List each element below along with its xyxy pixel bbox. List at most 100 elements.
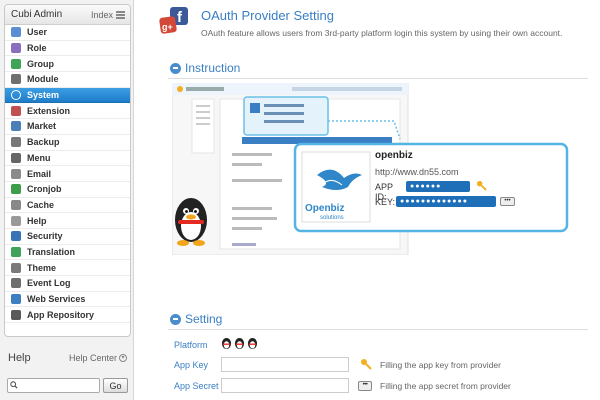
oauth-provider-icon: f g+ (159, 7, 188, 34)
sidebar-item-group[interactable]: Group (5, 56, 130, 73)
sidebar-item-app-repository[interactable]: App Repository (5, 307, 130, 324)
search-icon (10, 381, 18, 389)
sidebar-item-security[interactable]: Security (5, 229, 130, 245)
sidebar-item-label: Group (27, 58, 54, 69)
admin-panel: Cubi Admin Index User Role Group Module Syst… (4, 4, 131, 337)
theme-icon (11, 262, 21, 273)
setting-section-header[interactable]: Setting (170, 312, 222, 326)
key-field: ●●●●●●●●●●●●● (396, 196, 496, 207)
platform-options (221, 337, 258, 350)
sidebar-item-label: Email (27, 168, 52, 179)
sidebar-item-label: User (27, 27, 48, 38)
sidebar-item-email[interactable]: Email (5, 166, 130, 182)
sidebar-item-label: Market (27, 121, 57, 132)
collapse-icon[interactable] (170, 62, 181, 74)
go-button[interactable]: Go (103, 378, 128, 393)
market-icon (11, 121, 21, 132)
app-repository-icon (11, 309, 21, 320)
help-icon (11, 215, 21, 226)
key-icon (361, 359, 372, 370)
collapse-icon[interactable] (170, 313, 181, 325)
svg-text:g+: g+ (162, 22, 173, 32)
help-title: Help (8, 352, 31, 364)
cronjob-icon (11, 184, 21, 195)
section-divider (168, 78, 588, 79)
card-url: http://www.dn55.com (375, 167, 459, 177)
app-secret-input[interactable] (221, 378, 349, 393)
key-icon (476, 180, 487, 191)
openbiz-logo-sub: solutions (320, 215, 344, 221)
sidebar-item-role[interactable]: Role (5, 41, 130, 57)
card-name: openbiz (375, 150, 413, 161)
app-secret-hint: Filling the app secret from provider (380, 381, 511, 391)
sidebar-item-menu[interactable]: Menu (5, 151, 130, 167)
app-secret-label: App Secret (174, 381, 219, 391)
sidebar-item-translation[interactable]: Translation (5, 245, 130, 261)
sidebar-item-label: Menu (27, 152, 51, 163)
sidebar-item-theme[interactable]: Theme (5, 260, 130, 276)
sidebar-item-label: Web Services (27, 294, 86, 305)
sidebar-item-user[interactable]: User (5, 25, 130, 41)
sidebar-item-cronjob[interactable]: Cronjob (5, 182, 130, 198)
help-center-link[interactable]: Help Center ▾ (69, 353, 127, 363)
sidebar-item-event-log[interactable]: Event Log (5, 276, 130, 292)
page-title: OAuth Provider Setting (201, 8, 334, 23)
sidebar: Cubi Admin Index User Role Group Module Syst… (0, 0, 134, 400)
app-key-label: App Key (174, 360, 209, 370)
sidebar-item-help[interactable]: Help (5, 213, 130, 229)
cache-icon (11, 199, 21, 210)
sidebar-item-label: Module (27, 74, 59, 85)
qq-platform-icon[interactable] (221, 337, 232, 350)
index-link[interactable]: Index (91, 10, 125, 20)
extension-icon (11, 105, 21, 116)
setting-title: Setting (185, 312, 223, 326)
backup-icon (11, 137, 21, 148)
qq-platform-icon[interactable] (234, 337, 245, 350)
app-id-field: ●●●●●● (406, 181, 470, 192)
main-content: f g+ OAuth Provider Setting OAuth featur… (134, 0, 600, 400)
platform-label: Platform (174, 340, 208, 350)
dots-icon: ••• (500, 197, 515, 206)
sidebar-item-cache[interactable]: Cache (5, 198, 130, 214)
sidebar-item-label: Security (27, 231, 63, 242)
instruction-title: Instruction (185, 61, 241, 75)
key-label: KEY: (375, 197, 396, 207)
role-icon (11, 43, 21, 54)
sidebar-item-extension[interactable]: Extension (5, 103, 130, 120)
sidebar-item-system[interactable]: System (5, 87, 130, 104)
event-log-icon (11, 278, 21, 289)
openbiz-logo-word: Openbiz (305, 203, 345, 214)
sidebar-item-label: App Repository (27, 309, 95, 320)
sidebar-item-web-services[interactable]: Web Services (5, 292, 130, 308)
sidebar-item-label: System (27, 90, 60, 101)
group-icon (11, 58, 21, 69)
system-icon (11, 90, 21, 101)
sidebar-item-label: Help (27, 215, 47, 226)
help-search-input[interactable] (7, 378, 100, 393)
sidebar-item-module[interactable]: Module (5, 72, 130, 88)
app-key-input[interactable] (221, 357, 349, 372)
instruction-section-header[interactable]: Instruction (170, 61, 240, 75)
app-key-hint: Filling the app key from provider (380, 360, 501, 370)
qq-platform-icon[interactable] (247, 337, 258, 350)
help-panel: Help Help Center ▾ Go (4, 350, 131, 400)
user-icon (11, 27, 21, 38)
menu-list-icon (11, 152, 21, 163)
sidebar-item-label: Role (27, 43, 47, 54)
sidebar-item-market[interactable]: Market (5, 119, 130, 135)
help-header: Help Help Center ▾ (4, 350, 131, 366)
sidebar-item-label: Extension (27, 105, 71, 116)
page-description: OAuth feature allows users from 3rd-part… (201, 28, 563, 38)
dots-icon: ••• (358, 381, 372, 391)
sidebar-item-label: Event Log (27, 278, 71, 289)
translation-icon (11, 246, 21, 257)
sidebar-item-label: Theme (27, 262, 57, 273)
chevron-down-icon: ▾ (119, 354, 127, 362)
admin-nav: User Role Group Module System Extension Market… (5, 25, 130, 324)
security-icon (11, 231, 21, 242)
sidebar-item-backup[interactable]: Backup (5, 135, 130, 151)
sidebar-item-label: Backup (27, 137, 60, 148)
section-divider (168, 329, 588, 330)
help-center-label: Help Center (68, 353, 117, 363)
web-services-icon (11, 294, 21, 305)
